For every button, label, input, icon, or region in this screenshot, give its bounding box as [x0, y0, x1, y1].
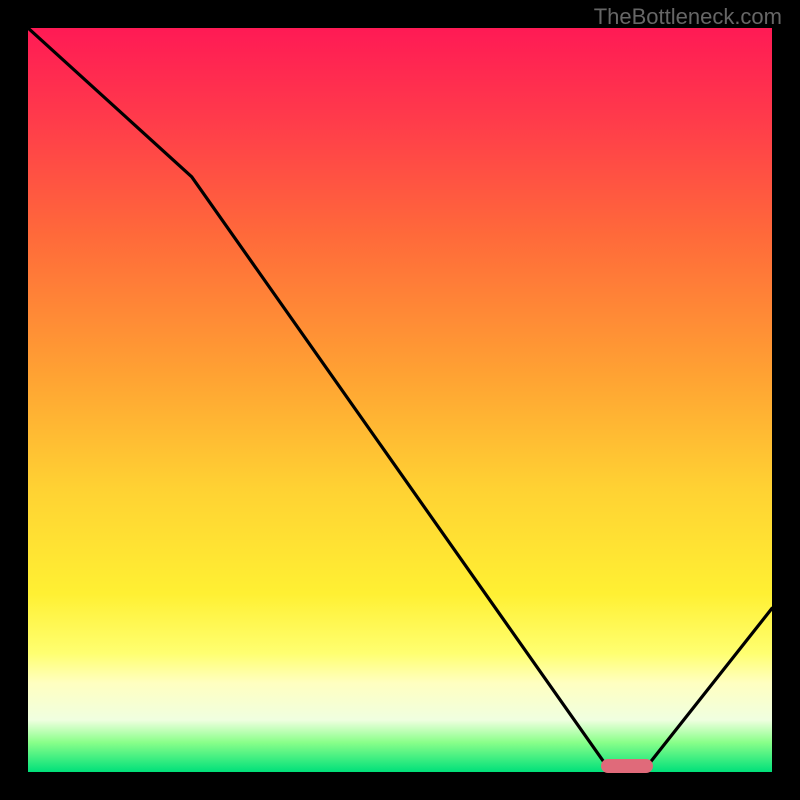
chart-frame: TheBottleneck.com: [0, 0, 800, 800]
bottleneck-curve: [28, 28, 772, 772]
optimal-range-marker: [601, 759, 653, 773]
watermark-text: TheBottleneck.com: [594, 4, 782, 30]
